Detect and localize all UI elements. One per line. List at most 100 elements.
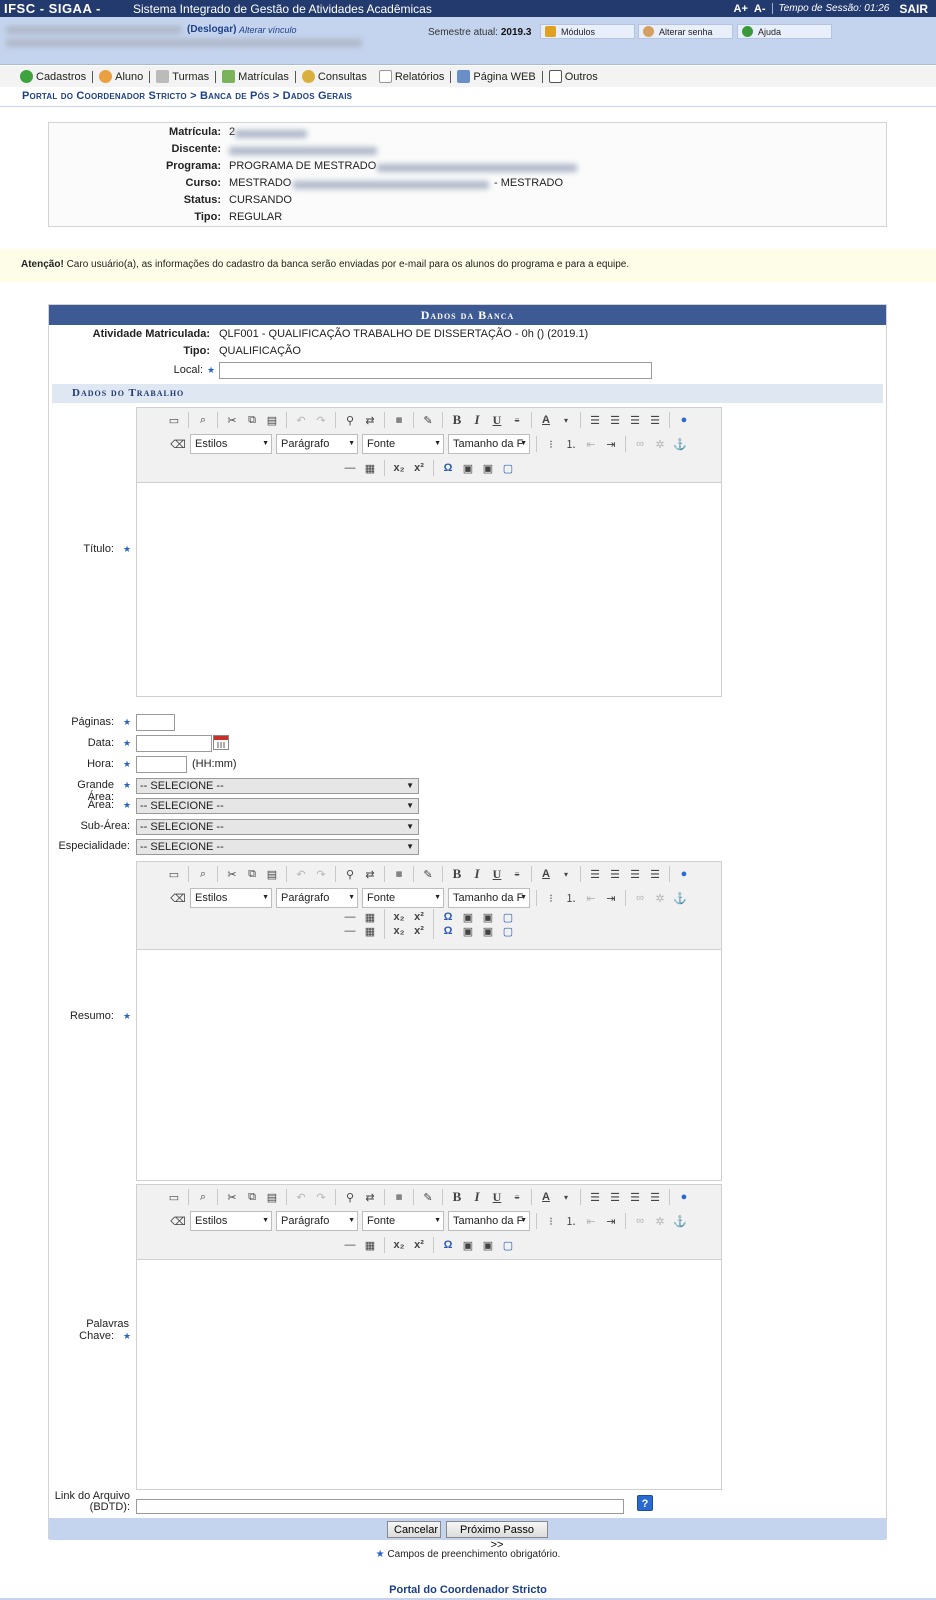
bullet-list-icon[interactable]: ⁝ [543,436,559,452]
bullet-list-icon[interactable]: ⁝ [543,890,559,906]
source-icon[interactable]: ▭ [166,412,182,428]
menu-relatorios[interactable]: Relatórios [373,70,451,83]
link-icon[interactable]: ∞ [632,890,648,906]
align-right-icon[interactable]: ☰ [627,866,643,882]
html-icon[interactable]: ▦ [391,866,407,882]
undo-icon[interactable]: ↶ [293,412,309,428]
copy-icon[interactable]: ⧉ [244,412,260,428]
styles-select[interactable]: Estilos ▼ [190,1211,272,1231]
bg-color-icon[interactable]: ▾ [558,412,574,428]
eraser-icon[interactable]: ⌫ [170,436,186,452]
cut-icon[interactable]: ✂ [224,412,240,428]
bold-icon[interactable]: B [449,1189,465,1205]
numbered-list-icon[interactable]: ⒈ [563,436,579,452]
font-select[interactable]: Fonte ▼ [362,888,444,908]
align-center-icon[interactable]: ☰ [607,1189,623,1205]
align-center-icon[interactable]: ☰ [607,866,623,882]
font-select[interactable]: Fonte ▼ [362,434,444,454]
table-icon[interactable]: ▦ [362,923,378,939]
footer-portal-link[interactable]: Portal do Coordenador Stricto [0,1584,936,1596]
palavras-chave-editor-area[interactable] [137,1259,721,1489]
copy-icon[interactable]: ⧉ [244,1189,260,1205]
superscript-icon[interactable]: x² [411,460,427,476]
redo-icon[interactable]: ↷ [313,866,329,882]
menu-cadastros[interactable]: Cadastros [14,70,92,83]
cut-icon[interactable]: ✂ [224,866,240,882]
especialidade-select[interactable]: -- SELECIONE -- ▼ [136,839,419,855]
superscript-icon[interactable]: x² [411,1237,427,1253]
source-icon[interactable]: ▭ [166,866,182,882]
italic-icon[interactable]: I [469,1189,485,1205]
titulo-editor-area[interactable] [137,482,721,696]
paragraph-select[interactable]: Parágrafo ▼ [276,434,358,454]
select-all-icon[interactable]: ▢ [500,1237,516,1253]
preview-icon[interactable]: ⌕ [195,866,211,882]
change-password-button[interactable]: Alterar senha [638,24,733,39]
italic-icon[interactable]: I [469,412,485,428]
source-icon[interactable]: ▭ [166,1189,182,1205]
copy-icon[interactable]: ⧉ [244,866,260,882]
paste-word-icon[interactable]: ▣ [480,923,496,939]
paste-word-icon[interactable]: ▣ [480,1237,496,1253]
special-char-icon[interactable]: Ω [440,923,456,939]
align-left-icon[interactable]: ☰ [587,412,603,428]
paste-text-icon[interactable]: ▣ [460,923,476,939]
paste-word-icon[interactable]: ▣ [480,460,496,476]
clean-format-icon[interactable]: ✎ [420,1189,436,1205]
menu-turmas[interactable]: Turmas [150,70,215,83]
menu-matriculas[interactable]: Matrículas [216,70,295,83]
subscript-icon[interactable]: x₂ [391,923,407,939]
link-icon[interactable]: ∞ [632,436,648,452]
redo-icon[interactable]: ↷ [313,412,329,428]
find-icon[interactable]: ⚲ [342,412,358,428]
modules-button[interactable]: Módulos [540,24,635,39]
indent-icon[interactable]: ⇥ [603,890,619,906]
size-select[interactable]: Tamanho da F ▼ [448,434,530,454]
find-icon[interactable]: ⚲ [342,1189,358,1205]
html-icon[interactable]: ▦ [391,1189,407,1205]
strike-icon[interactable]: ≡ [509,1189,525,1205]
numbered-list-icon[interactable]: ⒈ [563,890,579,906]
underline-icon[interactable]: U [489,412,505,428]
align-right-icon[interactable]: ☰ [627,1189,643,1205]
outdent-icon[interactable]: ⇤ [583,1213,599,1229]
indent-icon[interactable]: ⇥ [603,436,619,452]
about-icon[interactable]: ● [676,866,692,882]
resumo-editor-area[interactable] [137,949,721,1180]
bg-color-icon[interactable]: ▾ [558,866,574,882]
unlink-icon[interactable]: ✲ [652,890,668,906]
font-increase-button[interactable]: A+ [734,3,748,15]
underline-icon[interactable]: U [489,866,505,882]
styles-select[interactable]: Estilos ▼ [190,888,272,908]
subscript-icon[interactable]: x₂ [391,460,407,476]
undo-icon[interactable]: ↶ [293,1189,309,1205]
paragraph-select[interactable]: Parágrafo ▼ [276,888,358,908]
indent-icon[interactable]: ⇥ [603,1213,619,1229]
align-left-icon[interactable]: ☰ [587,866,603,882]
anchor-icon[interactable]: ⚓ [672,1213,688,1229]
table-icon[interactable]: ▦ [362,1237,378,1253]
menu-consultas[interactable]: Consultas [296,70,373,83]
about-icon[interactable]: ● [676,412,692,428]
align-center-icon[interactable]: ☰ [607,412,623,428]
size-select[interactable]: Tamanho da F ▼ [448,888,530,908]
grande-area-select[interactable]: -- SELECIONE -- ▼ [136,778,419,794]
anchor-icon[interactable]: ⚓ [672,890,688,906]
bg-color-icon[interactable]: ▾ [558,1189,574,1205]
bullet-list-icon[interactable]: ⁝ [543,1213,559,1229]
replace-icon[interactable]: ⇄ [362,1189,378,1205]
superscript-icon[interactable]: x² [411,923,427,939]
preview-icon[interactable]: ⌕ [195,1189,211,1205]
alterar-vinculo-link[interactable]: Alterar vínculo [239,25,297,35]
eraser-icon[interactable]: ⌫ [170,1213,186,1229]
strike-icon[interactable]: ≡ [509,866,525,882]
bold-icon[interactable]: B [449,866,465,882]
numbered-list-icon[interactable]: ⒈ [563,1213,579,1229]
font-decrease-button[interactable]: A- [754,3,766,15]
underline-icon[interactable]: U [489,1189,505,1205]
align-left-icon[interactable]: ☰ [587,1189,603,1205]
paste-icon[interactable]: ▤ [264,412,280,428]
cut-icon[interactable]: ✂ [224,1189,240,1205]
next-step-button[interactable]: Próximo Passo >> [446,1521,548,1551]
replace-icon[interactable]: ⇄ [362,866,378,882]
